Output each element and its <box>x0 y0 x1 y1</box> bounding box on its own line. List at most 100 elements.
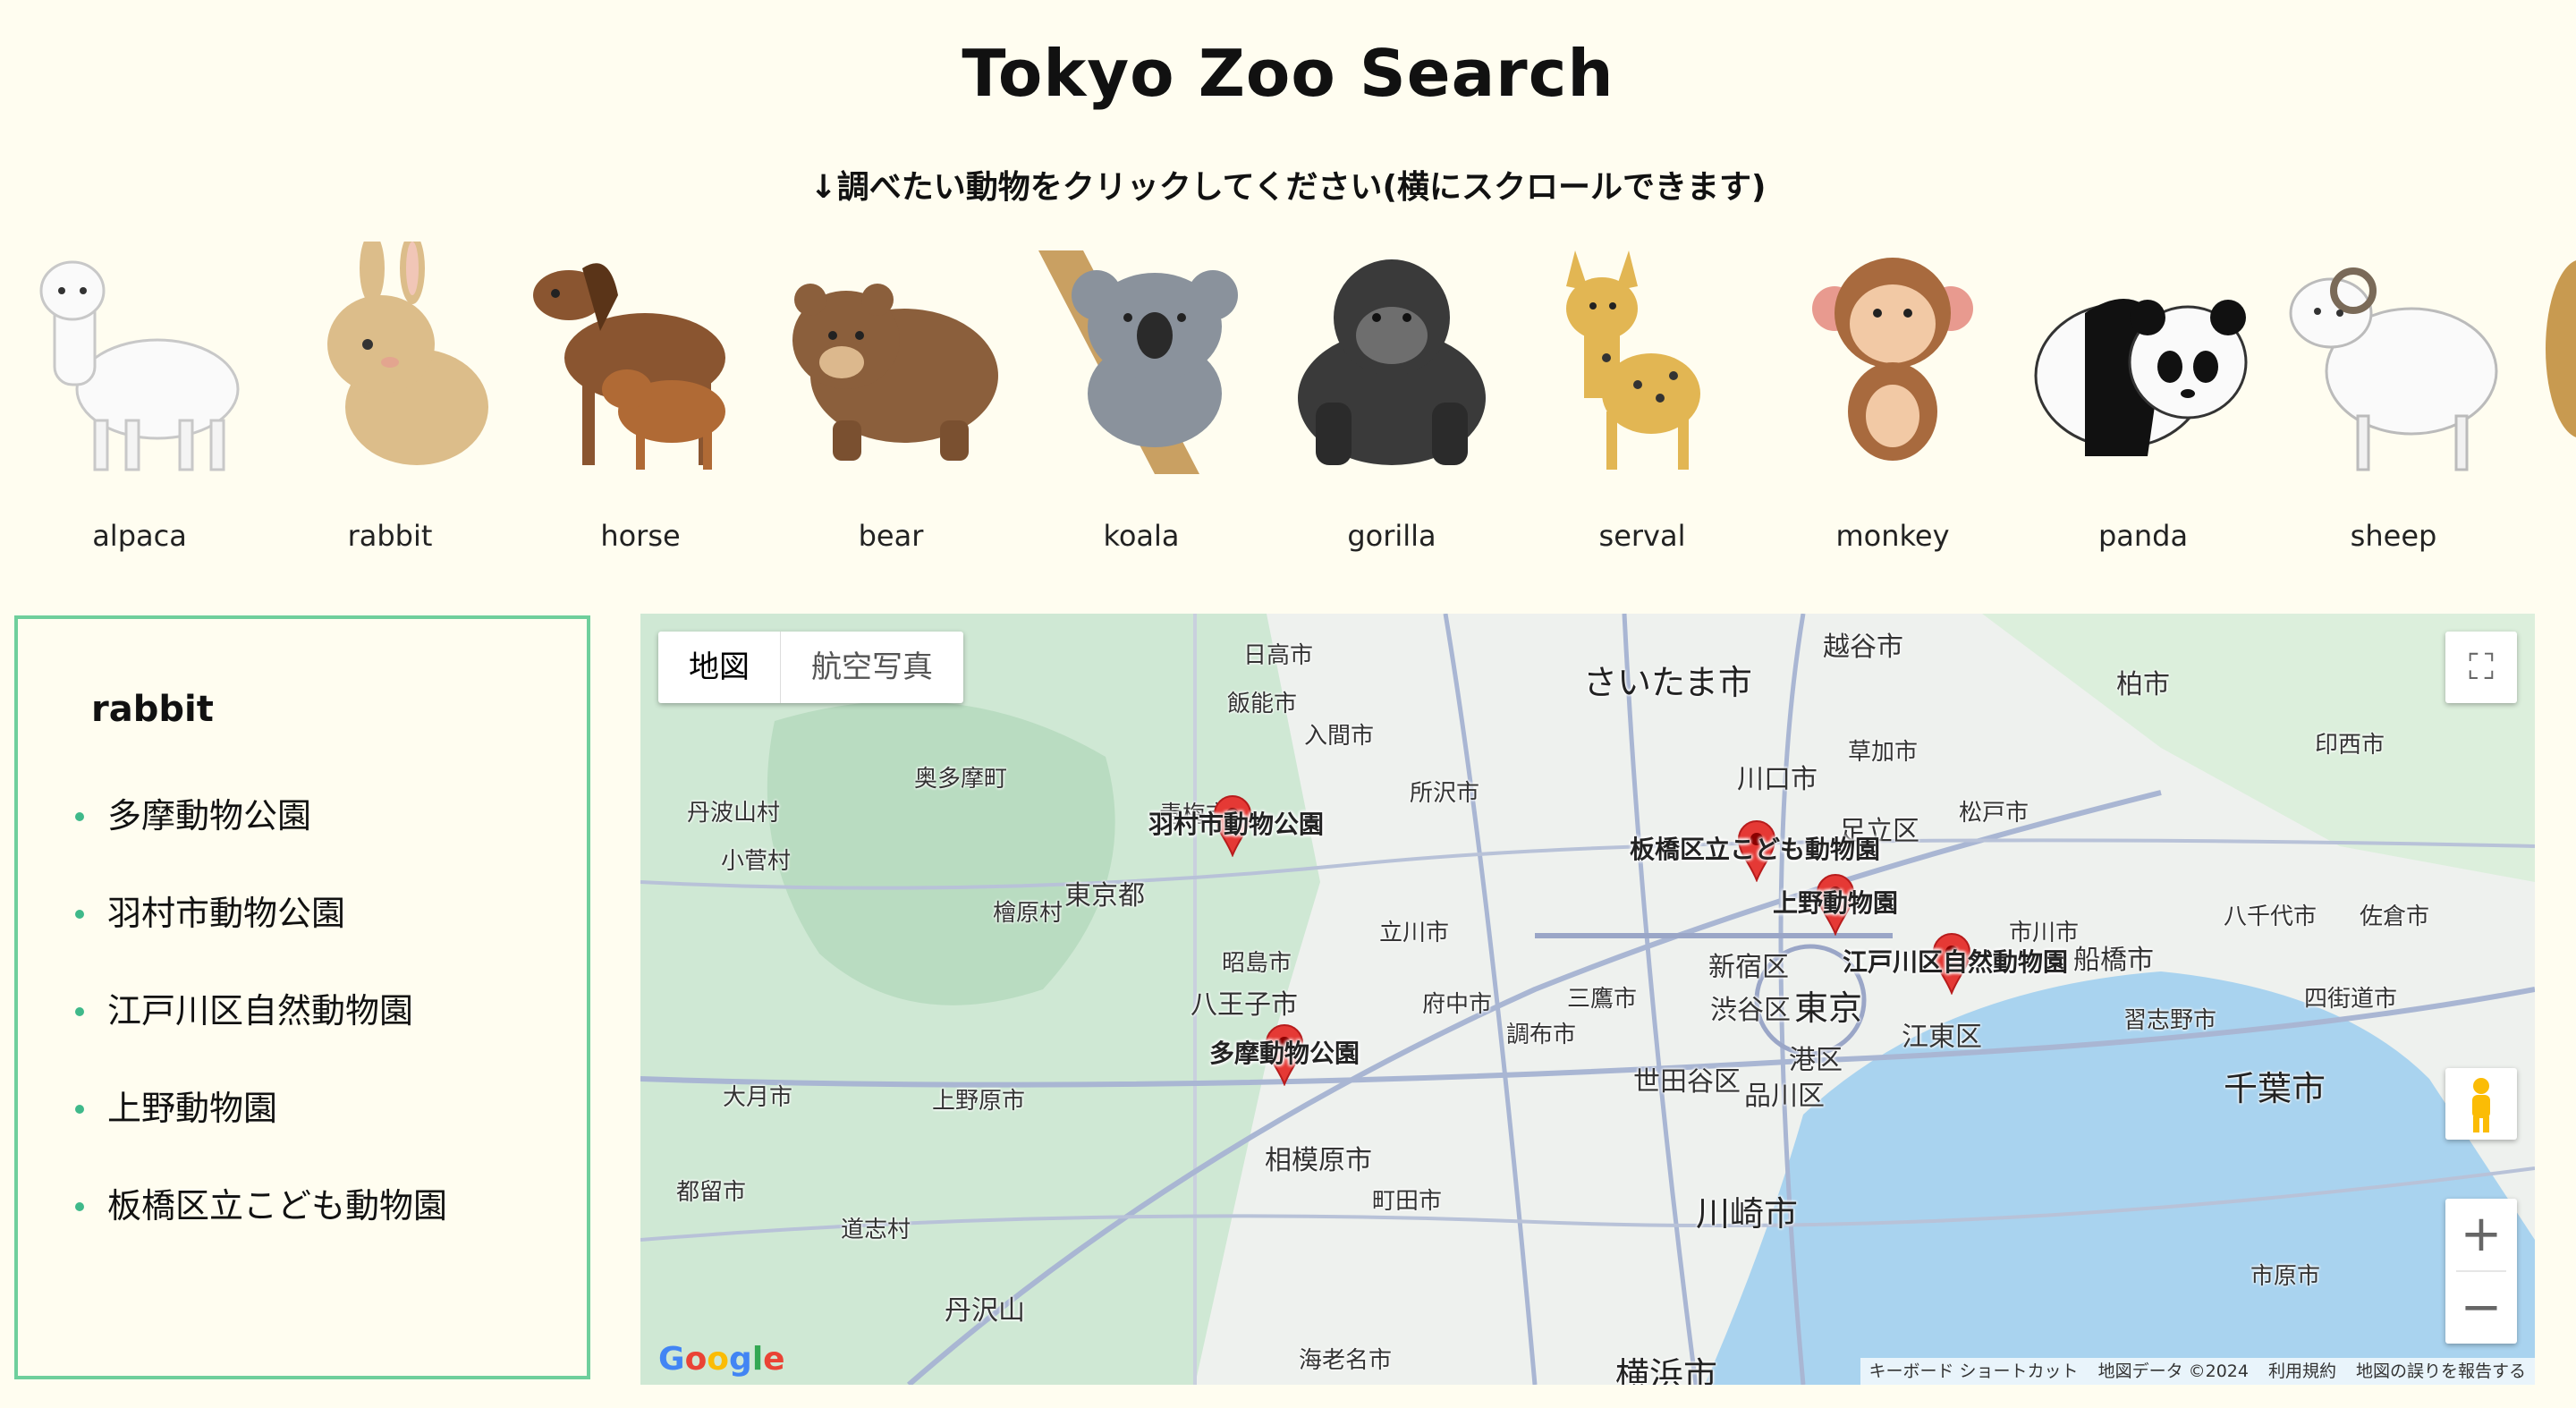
map-label: 海老名市 <box>1299 1347 1393 1374</box>
sheep-icon <box>2282 242 2505 474</box>
bullet-icon <box>75 812 84 821</box>
animal-card-gorilla[interactable]: gorilla <box>1267 224 1517 564</box>
animal-name: monkey <box>1835 519 1950 553</box>
animal-card-panda[interactable]: panda <box>2018 224 2268 564</box>
list-item[interactable]: 羽村市動物公園 <box>66 886 447 984</box>
list-item[interactable]: 江戸川区自然動物園 <box>66 984 447 1081</box>
map-label: 世田谷区 <box>1633 1066 1741 1098</box>
list-item[interactable]: 板橋区立こども動物園 <box>66 1179 447 1277</box>
animal-card-serval[interactable]: serval <box>1517 224 1767 564</box>
animal-card-rabbit[interactable]: rabbit <box>265 224 515 564</box>
animal-card-alpaca[interactable]: alpaca <box>14 224 265 564</box>
zoo-list: 多摩動物公園 羽村市動物公園 江戸川区自然動物園 上野動物園 板橋区立こども動物… <box>66 789 447 1277</box>
report-error-link[interactable]: 地図の誤りを報告する <box>2356 1358 2526 1385</box>
map-label: 東京都 <box>1064 880 1145 912</box>
zoom-in-button[interactable]: + <box>2445 1199 2517 1270</box>
gorilla-icon <box>1280 242 1504 474</box>
zoo-name: 江戸川区自然動物園 <box>107 991 414 1031</box>
animal-name: alpaca <box>92 519 187 553</box>
map-label: 相模原市 <box>1265 1145 1372 1176</box>
selected-animal-heading: rabbit <box>91 689 214 730</box>
zoo-name: 多摩動物公園 <box>107 796 312 835</box>
animal-name: koala <box>1103 519 1180 553</box>
map-label: 府中市 <box>1422 991 1493 1018</box>
panda-icon <box>2031 242 2255 474</box>
map-attribution: キーボード ショートカット 地図データ ©2024 利用規約 地図の誤りを報告す… <box>1860 1358 2535 1385</box>
street-view-button[interactable] <box>2445 1068 2517 1140</box>
bullet-icon <box>75 1105 84 1114</box>
bullet-icon <box>75 1007 84 1016</box>
list-item[interactable]: 上野動物園 <box>66 1081 447 1179</box>
map-label: 小菅村 <box>721 848 792 875</box>
map-label: 品川区 <box>1744 1081 1825 1112</box>
marker-label: 羽村市動物公園 <box>1148 810 1325 839</box>
google-logo[interactable]: Google <box>658 1341 785 1378</box>
bullet-icon <box>75 1202 84 1211</box>
map-label: 川口市 <box>1737 764 1818 795</box>
map-label: 越谷市 <box>1823 632 1903 663</box>
page-title: Tokyo Zoo Search <box>962 36 1614 111</box>
koala-icon <box>1030 242 1253 474</box>
map-label: 横浜市 <box>1615 1355 1718 1385</box>
list-item[interactable]: 多摩動物公園 <box>66 789 447 886</box>
marker-label: 上野動物園 <box>1773 888 1899 918</box>
zoo-name: 羽村市動物公園 <box>107 894 346 933</box>
map-type-satellite-button[interactable]: 航空写真 <box>780 632 963 703</box>
marker-label: 江戸川区自然動物園 <box>1843 947 2069 977</box>
map-label: 習志野市 <box>2123 1007 2217 1034</box>
marker-label: 多摩動物公園 <box>1209 1039 1360 1068</box>
animal-card-next-partial[interactable] <box>2519 224 2576 564</box>
map-label: 調布市 <box>1506 1022 1577 1048</box>
map-label: 大月市 <box>723 1084 793 1111</box>
rabbit-icon <box>278 242 502 474</box>
map-label: さいたま市 <box>1583 663 1752 702</box>
map-label: 所沢市 <box>1410 780 1480 807</box>
zoom-control: + − <box>2445 1199 2517 1344</box>
map-label: 草加市 <box>1848 739 1919 766</box>
map-type-map-button[interactable]: 地図 <box>658 632 780 703</box>
map-label: 道志村 <box>841 1217 911 1243</box>
animal-card-monkey[interactable]: monkey <box>1767 224 2018 564</box>
alpaca-icon <box>28 242 251 474</box>
monkey-icon <box>1781 242 2004 474</box>
map-label: 八千代市 <box>2224 903 2318 930</box>
animal-card-koala[interactable]: koala <box>1016 224 1267 564</box>
terms-link[interactable]: 利用規約 <box>2268 1358 2336 1385</box>
map-label: 都留市 <box>676 1179 747 1206</box>
pegman-icon <box>2472 1078 2490 1132</box>
animal-name: panda <box>2097 519 2189 553</box>
marker-label: 板橋区立こども動物園 <box>1630 835 1881 864</box>
animal-card-bear[interactable]: bear <box>766 224 1016 564</box>
map-label: 丹沢山 <box>945 1295 1025 1327</box>
map-label: 四街道市 <box>2304 986 2398 1013</box>
animal-name: horse <box>600 519 681 553</box>
zoom-out-button[interactable]: − <box>2445 1272 2517 1344</box>
animal-card-horse[interactable]: horse <box>515 224 766 564</box>
animal-name: rabbit <box>347 519 433 553</box>
bullet-icon <box>75 910 84 919</box>
map-label: 川崎市 <box>1696 1194 1799 1234</box>
zoo-map[interactable]: 地図 航空写真 ⛶ + − さいたま市 東京都 東京 千葉市 川崎市 横浜市 八… <box>640 614 2535 1385</box>
map-label: 丹波山村 <box>687 800 781 827</box>
map-label: 松戸市 <box>1959 800 2029 827</box>
animal-name: sheep <box>2350 519 2437 553</box>
map-label: 入間市 <box>1304 723 1375 750</box>
animal-name: serval <box>1598 519 1686 553</box>
page-subtitle: ↓調べたい動物をクリックしてください(横にスクロールできます) <box>809 169 1767 206</box>
map-label: 新宿区 <box>1708 952 1789 983</box>
serval-icon <box>1530 242 1754 474</box>
fullscreen-button[interactable]: ⛶ <box>2445 632 2517 703</box>
map-label: 千葉市 <box>2224 1069 2326 1108</box>
map-label: 市原市 <box>2250 1263 2321 1290</box>
map-label: 船橋市 <box>2073 945 2154 976</box>
animal-partial-icon <box>2532 242 2576 474</box>
map-label: 東京 <box>1794 988 1863 1028</box>
zoo-name: 板橋区立こども動物園 <box>107 1186 448 1226</box>
horse-icon <box>529 242 752 474</box>
map-label: 港区 <box>1789 1045 1843 1076</box>
keyboard-shortcuts-link[interactable]: キーボード ショートカット <box>1869 1358 2079 1385</box>
animal-carousel[interactable]: alpaca rabbit horse bear koala gorilla s… <box>0 224 2576 581</box>
map-label: 江東区 <box>1902 1022 1982 1053</box>
animal-card-sheep[interactable]: sheep <box>2268 224 2519 564</box>
map-label: 町田市 <box>1372 1188 1443 1215</box>
